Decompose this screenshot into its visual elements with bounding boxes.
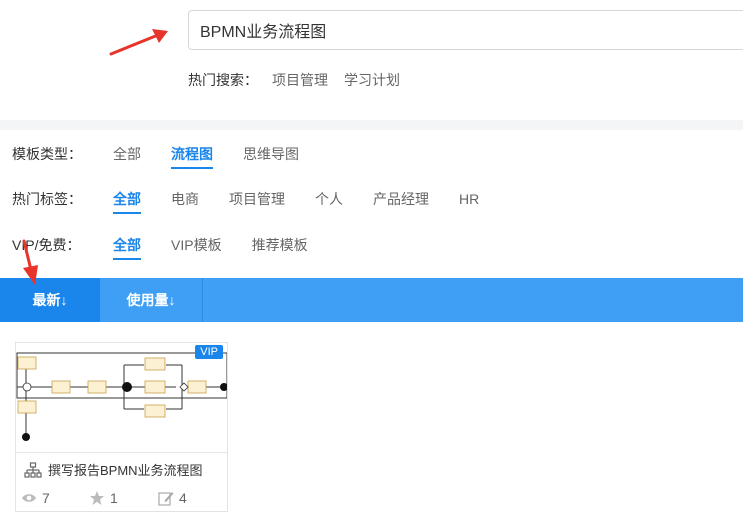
stat-edits-count: 4: [179, 490, 187, 506]
filter-tag-ecommerce[interactable]: 电商: [171, 189, 199, 209]
filter-tag-pm[interactable]: 产品经理: [373, 189, 429, 209]
sort-tab-usage[interactable]: 使用量↓: [100, 278, 203, 322]
filter-template-type: 模板类型： 全部 流程图 思维导图: [12, 142, 329, 169]
hot-search-item-study[interactable]: 学习计划: [344, 70, 400, 90]
section-divider: [0, 120, 743, 130]
template-stats: 7 1 4: [21, 490, 187, 506]
stat-edits: 4: [158, 490, 187, 506]
filter-vip-vip[interactable]: VIP模板: [171, 235, 222, 255]
filter-template-type-label: 模板类型：: [12, 146, 82, 162]
filter-type-flowchart[interactable]: 流程图: [171, 144, 213, 169]
filter-type-mindmap[interactable]: 思维导图: [243, 144, 299, 164]
template-thumbnail[interactable]: VIP: [16, 343, 227, 453]
template-title-text: 撰写报告BPMN业务流程图: [48, 463, 203, 478]
sort-bar: 最新↓ 使用量↓: [0, 278, 743, 322]
edit-icon: [158, 492, 174, 506]
filter-vip-recommended[interactable]: 推荐模板: [252, 235, 308, 255]
sort-tab-latest[interactable]: 最新↓: [0, 278, 100, 322]
vip-badge: VIP: [195, 345, 223, 359]
filter-tag-personal[interactable]: 个人: [315, 189, 343, 209]
eye-icon: [22, 494, 36, 502]
stat-views-count: 7: [42, 490, 50, 506]
hot-search-label: 热门搜索：: [188, 72, 258, 88]
search-section: 热门搜索： 项目管理 学习计划: [0, 0, 743, 120]
stat-stars-count: 1: [110, 490, 118, 506]
filter-tag-all[interactable]: 全部: [113, 189, 141, 214]
star-icon: [90, 491, 104, 505]
stat-views: 7: [21, 490, 89, 506]
template-card[interactable]: VIP 撰写报告BPMN业务流程图 7 1 4: [15, 342, 228, 512]
template-title[interactable]: 撰写报告BPMN业务流程图: [24, 460, 203, 479]
filter-tag-hr[interactable]: HR: [459, 191, 479, 207]
bpmn-diagram-preview: [16, 352, 227, 441]
filter-hot-tags-label: 热门标签：: [12, 191, 82, 207]
hot-search: 热门搜索： 项目管理 学习计划: [188, 70, 416, 90]
search-input[interactable]: [200, 15, 740, 45]
filter-hot-tags: 热门标签： 全部 电商 项目管理 个人 产品经理 HR: [12, 187, 509, 214]
search-box[interactable]: [188, 10, 743, 50]
filter-vip-all[interactable]: 全部: [113, 235, 141, 260]
stat-stars: 1: [89, 490, 158, 506]
filter-tag-project[interactable]: 项目管理: [229, 189, 285, 209]
org-chart-icon: [24, 461, 42, 478]
filter-type-all[interactable]: 全部: [113, 144, 141, 164]
hot-search-item-project[interactable]: 项目管理: [272, 70, 328, 90]
filter-vip: VIP/免费： 全部 VIP模板 推荐模板: [12, 233, 338, 260]
annotation-arrow-sort: [22, 239, 38, 285]
annotation-arrow-search: [109, 29, 168, 56]
